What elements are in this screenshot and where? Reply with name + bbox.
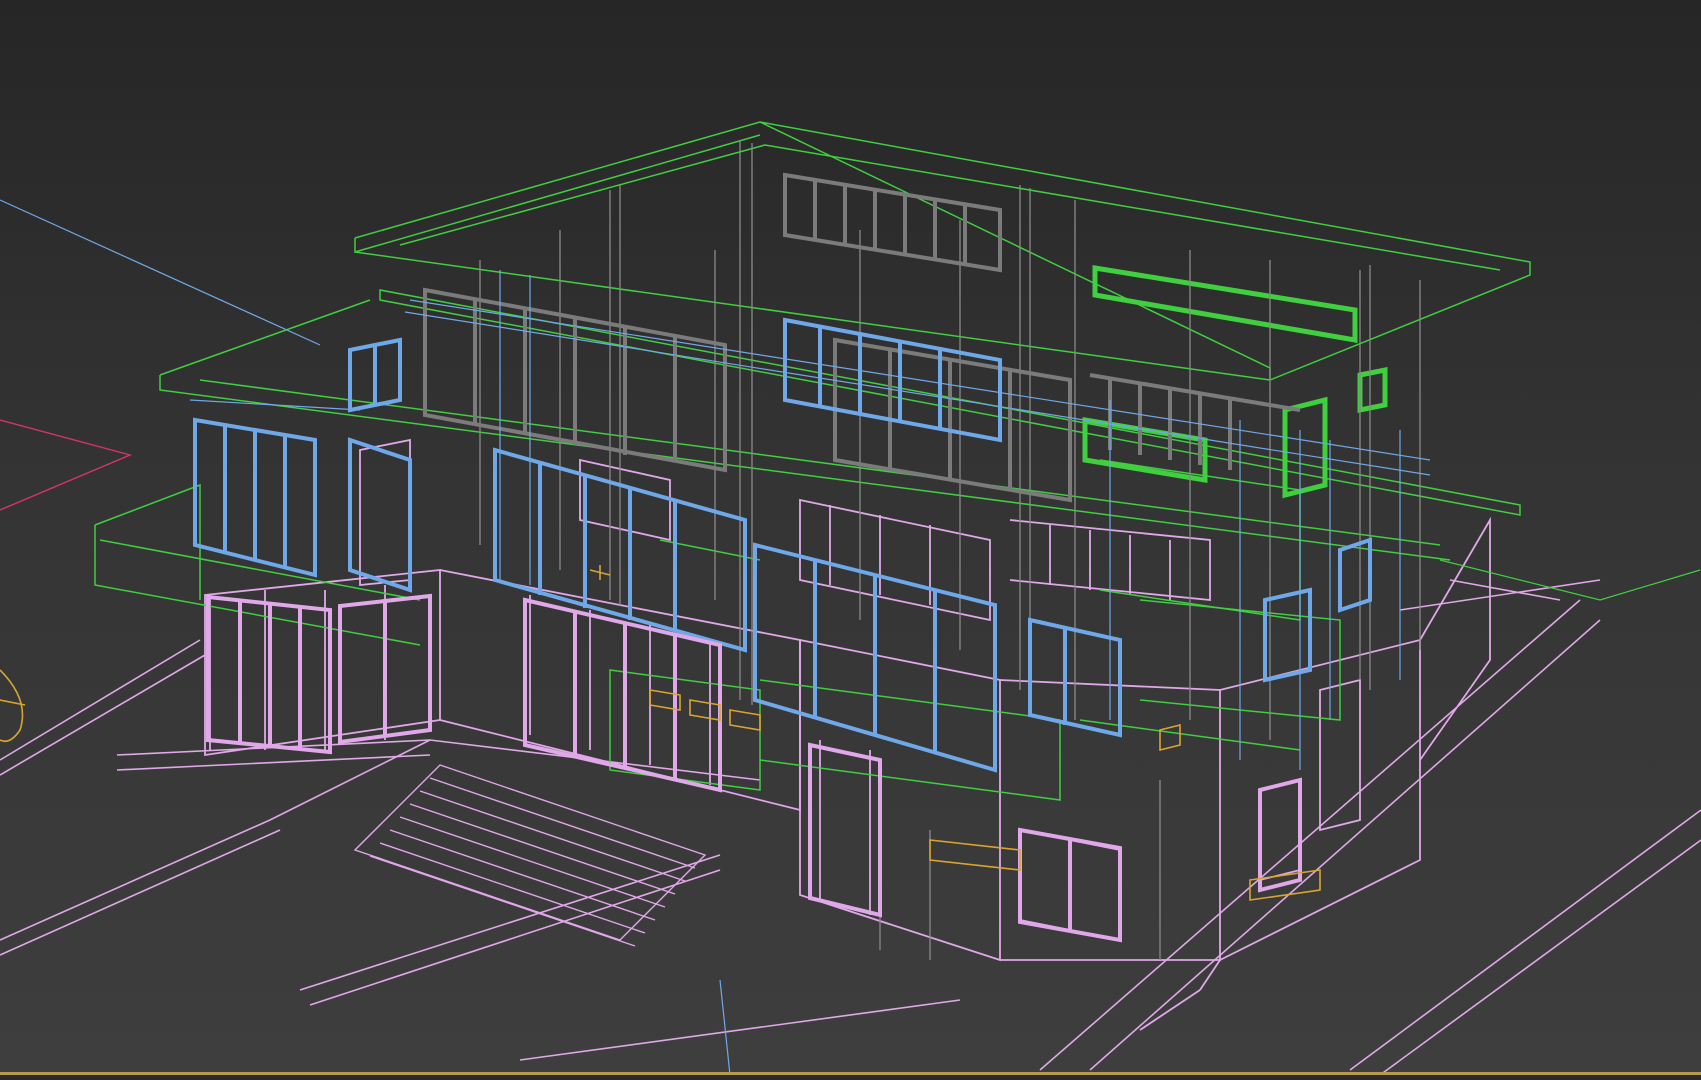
floor-slabs [94, 121, 1531, 801]
viewport-active-border [0, 1072, 1701, 1080]
3d-viewport[interactable] [0, 0, 1701, 1080]
camera-icon[interactable] [1439, 559, 1701, 601]
wireframe-scene[interactable] [0, 0, 1701, 1080]
glazing-panels[interactable] [193, 317, 1372, 773]
omni-light-icon[interactable] [0, 669, 26, 743]
stairs [353, 764, 707, 947]
fixtures [589, 565, 1321, 901]
axis-x-line [0, 419, 133, 511]
upper-grey-frames [423, 172, 1301, 503]
ground-lines [0, 579, 1701, 1076]
